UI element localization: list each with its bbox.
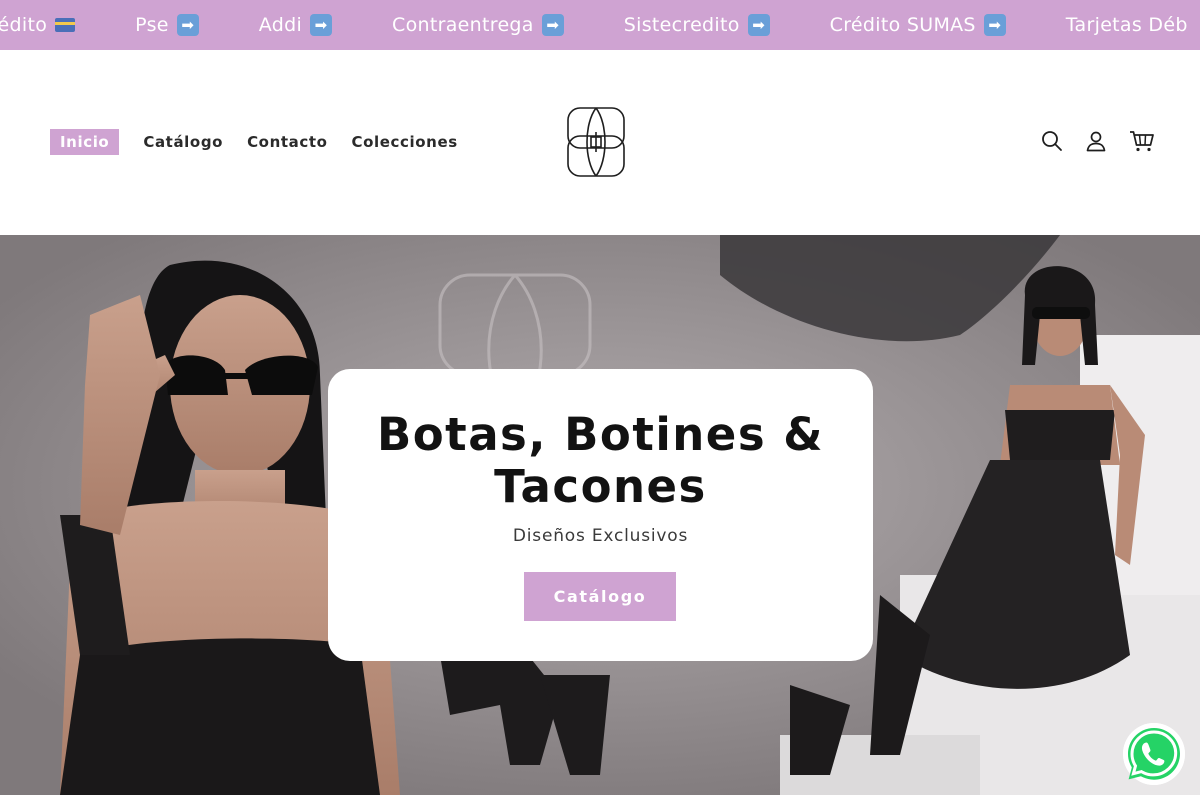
announcement-track: o Crédito Pse ➡ Addi ➡ Contraentrega ➡ S… bbox=[0, 0, 1188, 50]
brand-logo[interactable] bbox=[566, 106, 626, 178]
announcement-item[interactable]: Crédito SUMAS ➡ bbox=[830, 14, 1006, 36]
announcement-item[interactable]: Tarjetas Déb bbox=[1066, 14, 1188, 36]
nav-item-inicio[interactable]: Inicio bbox=[50, 129, 120, 155]
account-icon[interactable] bbox=[1085, 130, 1107, 152]
site-header: Inicio Catálogo Contacto Colecciones bbox=[0, 50, 1200, 235]
announcement-item[interactable]: Contraentrega ➡ bbox=[392, 14, 564, 36]
announcement-text: Sistecredito bbox=[623, 14, 740, 36]
credit-card-icon bbox=[55, 18, 76, 32]
right-arrow-icon: ➡ bbox=[747, 14, 770, 36]
header-icons bbox=[1041, 130, 1155, 152]
right-arrow-icon: ➡ bbox=[983, 14, 1006, 36]
hero-banner: Botas, Botines & Tacones Diseños Exclusi… bbox=[0, 235, 1200, 795]
cart-icon[interactable] bbox=[1129, 130, 1155, 152]
announcement-text: Pse bbox=[135, 14, 169, 36]
announcement-item[interactable]: Addi ➡ bbox=[258, 14, 333, 36]
right-arrow-icon: ➡ bbox=[541, 14, 564, 36]
announcement-item[interactable]: Sistecredito ➡ bbox=[624, 14, 770, 36]
nav-item-contacto[interactable]: Contacto bbox=[247, 129, 327, 155]
announcement-text: Addi bbox=[258, 14, 303, 36]
page-bottom-edge bbox=[0, 795, 1200, 800]
search-icon[interactable] bbox=[1041, 130, 1063, 152]
brand-logo-mark bbox=[567, 107, 625, 177]
announcement-text: Contraentrega bbox=[392, 14, 534, 36]
main-nav: Inicio Catálogo Contacto Colecciones bbox=[50, 129, 458, 155]
whatsapp-button[interactable] bbox=[1123, 723, 1185, 785]
right-arrow-icon: ➡ bbox=[176, 14, 199, 36]
announcement-item[interactable]: o Crédito bbox=[0, 14, 76, 36]
announcement-text: Crédito SUMAS bbox=[829, 14, 976, 36]
whatsapp-icon bbox=[1123, 723, 1185, 785]
right-arrow-icon: ➡ bbox=[310, 14, 333, 36]
hero-catalog-button[interactable]: Catálogo bbox=[524, 572, 676, 621]
hero-title: Botas, Botines & Tacones bbox=[376, 408, 825, 513]
announcement-text: o Crédito bbox=[0, 14, 48, 36]
hero-card: Botas, Botines & Tacones Diseños Exclusi… bbox=[328, 369, 873, 661]
announcement-bar: o Crédito Pse ➡ Addi ➡ Contraentrega ➡ S… bbox=[0, 0, 1200, 50]
announcement-text: Tarjetas Déb bbox=[1065, 14, 1188, 36]
nav-item-colecciones[interactable]: Colecciones bbox=[352, 129, 458, 155]
hero-subtitle: Diseños Exclusivos bbox=[512, 526, 689, 546]
nav-item-catalogo[interactable]: Catálogo bbox=[143, 129, 223, 155]
announcement-item[interactable]: Pse ➡ bbox=[135, 14, 199, 36]
